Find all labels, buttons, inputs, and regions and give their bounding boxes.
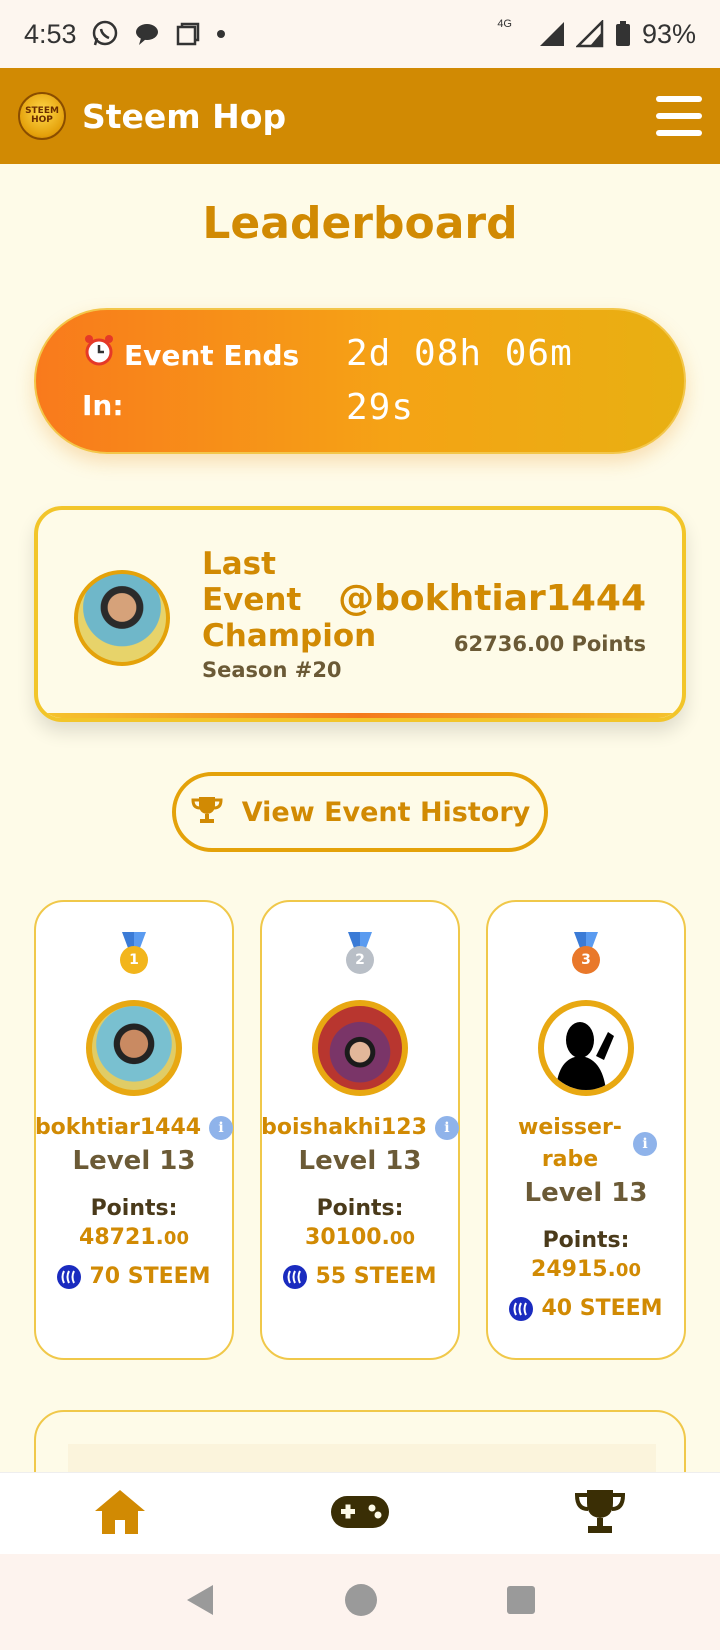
podium-points: 48721.00 <box>79 1225 189 1250</box>
champion-points: 62736.00 Points <box>453 632 646 656</box>
trophy-icon <box>572 1487 628 1541</box>
podium-level: Level 13 <box>524 1178 648 1208</box>
podium-reward: 70 STEEM <box>36 1264 232 1289</box>
app-title[interactable]: Steem Hop <box>82 97 286 136</box>
points-label: Points: <box>90 1196 178 1221</box>
steem-icon <box>57 1264 82 1289</box>
alarm-clock-icon <box>82 333 116 382</box>
recents-icon[interactable] <box>505 1584 537 1620</box>
signal-4g-icon <box>536 20 566 48</box>
points-label: Points: <box>542 1228 630 1253</box>
info-icon[interactable]: i <box>209 1116 234 1140</box>
podium-reward: 40 STEEM <box>488 1296 684 1321</box>
home-circle-icon[interactable] <box>343 1582 379 1622</box>
podium-username[interactable]: boishakhi123 <box>261 1112 427 1144</box>
podium-points: 30100.00 <box>305 1225 415 1250</box>
signal-icon <box>575 20 604 48</box>
silver-medal-icon: 2 <box>342 932 378 980</box>
chat-bubble-icon <box>133 20 161 48</box>
system-navigation-bar <box>0 1554 720 1650</box>
app-logo[interactable]: STEEM HOP <box>18 92 66 140</box>
podium-reward: 55 STEEM <box>262 1264 458 1289</box>
screenshot-icon <box>175 21 201 47</box>
view-event-history-label: View Event History <box>241 796 531 828</box>
app-header: STEEM HOP Steem Hop <box>0 68 720 164</box>
podium: 1 bokhtiar1444 i Level 13 Points: 48721.… <box>34 900 686 1362</box>
steem-icon <box>509 1296 534 1321</box>
event-countdown-banner: Event Ends In: 2d 08h 06m 29s <box>34 308 686 454</box>
champion-season: Season #20 <box>202 658 342 682</box>
podium-level: Level 13 <box>72 1146 196 1176</box>
avatar <box>86 1000 182 1096</box>
info-icon[interactable]: i <box>434 1116 459 1140</box>
whatsapp-icon <box>91 20 119 48</box>
battery-level: 93% <box>641 18 696 49</box>
nav-games[interactable] <box>300 1479 420 1549</box>
back-icon[interactable] <box>183 1582 217 1622</box>
avatar <box>312 1000 408 1096</box>
battery-icon <box>614 20 632 48</box>
podium-username[interactable]: weisser-rabe <box>515 1112 625 1176</box>
hamburger-menu-icon[interactable] <box>656 96 702 136</box>
bronze-medal-icon: 3 <box>568 932 604 980</box>
network-type: 4G <box>497 18 512 30</box>
podium-card-second[interactable]: 2 boishakhi123 i Level 13 Points: 30100.… <box>260 900 460 1360</box>
countdown-value: 2d 08h 06m 29s <box>346 333 573 428</box>
champion-avatar <box>74 570 170 666</box>
podium-card-third[interactable]: 3 weisser-rabe i Level 13 Points: 24915.… <box>486 900 686 1360</box>
points-label: Points: <box>316 1196 404 1221</box>
page-title: Leaderboard <box>202 198 518 249</box>
gold-medal-icon: 1 <box>116 932 152 980</box>
logo-text: STEEM HOP <box>25 106 59 125</box>
trophy-icon <box>190 795 224 829</box>
champion-username[interactable]: @bokhtiar1444 <box>338 578 646 619</box>
last-champion-card: Last Event Champion Season #20 @bokhtiar… <box>34 506 686 722</box>
podium-points: 24915.00 <box>531 1257 641 1282</box>
podium-card-first[interactable]: 1 bokhtiar1444 i Level 13 Points: 48721.… <box>34 900 234 1360</box>
podium-level: Level 13 <box>298 1146 422 1176</box>
gamepad-icon <box>329 1492 391 1536</box>
podium-username[interactable]: bokhtiar1444 <box>35 1112 201 1144</box>
avatar <box>538 1000 634 1096</box>
bottom-navigation <box>0 1472 720 1554</box>
dot-indicator-icon <box>215 28 227 40</box>
nav-home[interactable] <box>60 1479 180 1549</box>
home-icon <box>92 1487 148 1541</box>
nav-leaderboard[interactable] <box>540 1479 660 1549</box>
info-icon[interactable]: i <box>633 1132 657 1156</box>
status-bar: 4:53 4G 93% <box>0 0 720 68</box>
status-time: 4:53 <box>24 18 77 49</box>
steem-icon <box>283 1264 308 1289</box>
view-event-history-button[interactable]: View Event History <box>172 772 548 852</box>
